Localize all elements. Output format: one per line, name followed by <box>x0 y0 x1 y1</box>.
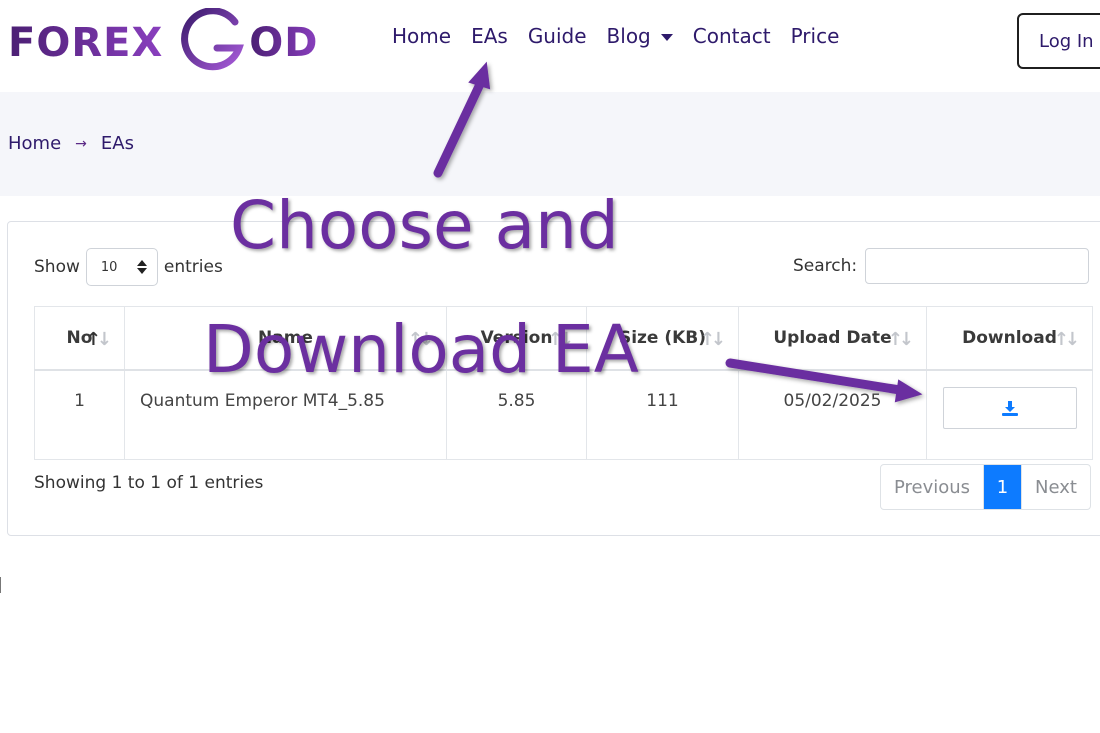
cursor-mark <box>0 577 1 593</box>
nav-home[interactable]: Home <box>392 24 451 48</box>
show-label: Show <box>34 257 80 277</box>
search-input[interactable] <box>865 248 1090 284</box>
breadcrumb: Home → EAs <box>8 133 134 154</box>
brand-logo[interactable]: FOREX OD <box>8 8 319 78</box>
sort-icon: ↑↓ <box>699 329 726 350</box>
brand-name-right: OD <box>249 20 319 66</box>
main-nav: Home EAs Guide Blog Contact Price <box>392 24 839 48</box>
cell-no: 1 <box>34 369 125 460</box>
page-1-button[interactable]: 1 <box>984 465 1021 509</box>
nav-eas[interactable]: EAs <box>471 24 508 48</box>
search-label: Search: <box>793 256 858 276</box>
previous-button[interactable]: Previous <box>881 465 984 509</box>
annotation-line-2: Download EA <box>203 311 639 388</box>
pagination: Previous 1 Next <box>880 464 1091 510</box>
nav-blog[interactable]: Blog <box>607 24 673 48</box>
select-arrows-icon <box>136 260 147 274</box>
search-control: Search: <box>793 248 1090 284</box>
breadcrumb-home[interactable]: Home <box>8 133 61 154</box>
cell-download <box>926 369 1093 460</box>
download-icon <box>1001 400 1018 416</box>
arrow-right-icon: → <box>75 135 87 152</box>
annotation-line-1: Choose and <box>230 187 619 264</box>
column-no[interactable]: No ↑↓ <box>34 306 125 371</box>
nav-guide[interactable]: Guide <box>528 24 587 48</box>
nav-contact[interactable]: Contact <box>693 24 771 48</box>
column-upload-date[interactable]: Upload Date ↑↓ <box>738 306 927 371</box>
cell-upload-date: 05/02/2025 <box>738 369 927 460</box>
nav-blog-label: Blog <box>606 24 651 48</box>
entries-label: entries <box>163 257 223 277</box>
next-button[interactable]: Next <box>1021 465 1090 509</box>
login-button[interactable]: Log In <box>1017 13 1100 69</box>
breadcrumb-current: EAs <box>100 133 134 154</box>
download-button[interactable] <box>942 386 1077 429</box>
site-header: FOREX OD Home EAs Guide Blog Contact Pri… <box>0 0 1100 92</box>
breadcrumb-band: Home → EAs <box>0 92 1100 196</box>
brand-g-icon <box>181 8 245 71</box>
table-info: Showing 1 to 1 of 1 entries <box>34 473 264 493</box>
nav-price[interactable]: Price <box>791 24 840 48</box>
page-length-value: 10 <box>100 259 118 275</box>
page-length-select[interactable]: 10 <box>85 248 158 286</box>
caret-down-icon <box>660 33 673 41</box>
sort-icon: ↑↓ <box>887 329 914 350</box>
page-length-control: Show 10 entries <box>34 248 223 286</box>
brand-name-left: FOREX <box>8 20 164 66</box>
column-download[interactable]: Download ↑↓ <box>926 306 1093 371</box>
sort-icon: ↑↓ <box>1053 329 1080 350</box>
sort-icon: ↑↓ <box>85 329 112 350</box>
